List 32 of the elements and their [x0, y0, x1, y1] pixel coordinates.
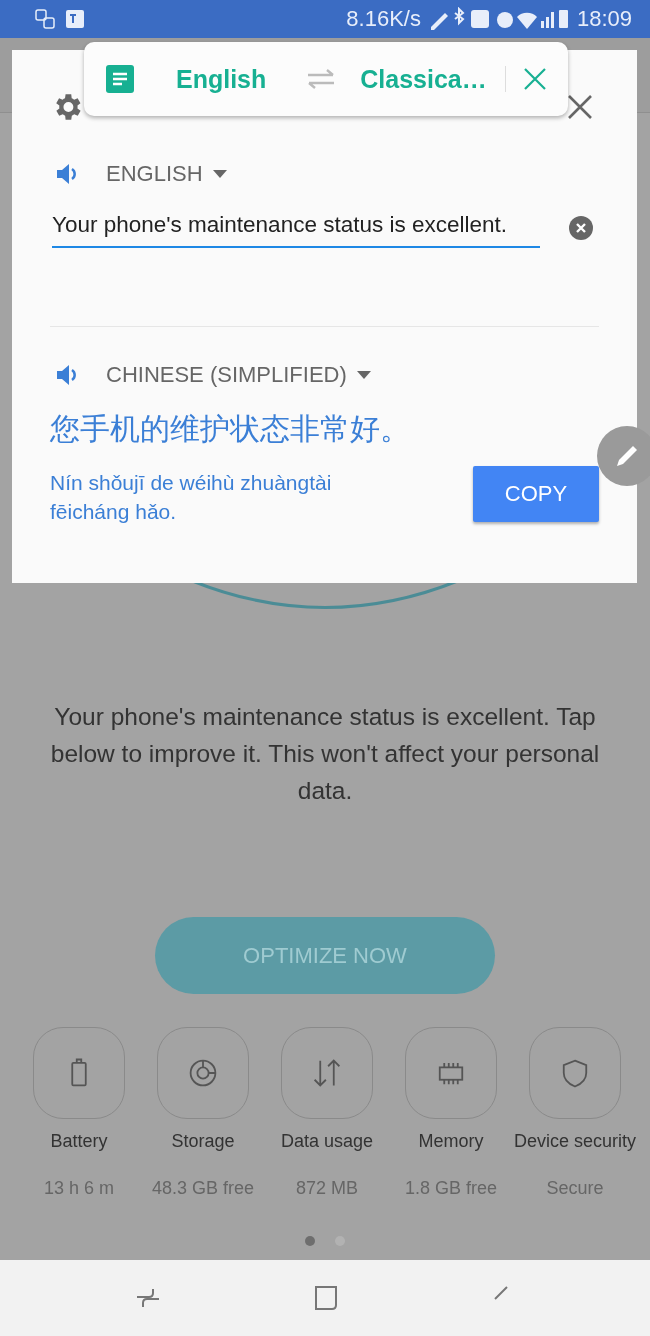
tool-label: Device security	[514, 1131, 637, 1152]
tool-label: Battery	[50, 1131, 108, 1152]
tool-value: 872 MB	[295, 1178, 358, 1199]
network-speed: 8.16K/s	[346, 6, 421, 32]
caret-icon	[356, 371, 371, 379]
tool-value: Secure	[546, 1178, 604, 1199]
tool-label: Data usage	[280, 1131, 374, 1152]
tool-value: 48.3 GB free	[151, 1178, 255, 1199]
close-icon[interactable]	[567, 94, 593, 120]
translation-text: 您手机的维护状态非常好。	[50, 410, 411, 448]
target-language-button[interactable]: Classica…	[360, 64, 487, 94]
tool-button[interactable]	[405, 1027, 497, 1119]
optimize-button[interactable]: OPTIMIZE NOW	[155, 917, 495, 994]
copy-button[interactable]: COPY	[473, 466, 599, 522]
target-language-dropdown[interactable]: CHINESE (SIMPLIFIED)	[106, 362, 371, 388]
pencil-icon	[614, 443, 640, 469]
input-field[interactable]: Your phone's maintenance status is excellent.	[52, 208, 540, 248]
document-icon[interactable]	[106, 65, 134, 93]
tool-value: 1.8 GB free	[404, 1178, 498, 1199]
status-message: Your phone's maintenance status is excellent. Tap below to improve it. This won't affect your personal data.	[49, 702, 601, 806]
close-icon[interactable]	[523, 68, 546, 90]
tool-label: Memory	[418, 1131, 484, 1152]
clear-icon[interactable]	[569, 216, 593, 240]
tool-value: 13 h 6 m	[43, 1178, 114, 1199]
romanization-text: Nín shǒujī de wéihù zhuàngtài fēicháng hǎo.	[50, 470, 333, 525]
swap-icon[interactable]	[306, 68, 337, 90]
tool-button[interactable]	[157, 1027, 249, 1119]
source-language-button[interactable]: English	[176, 64, 267, 94]
tool-label: Storage	[171, 1131, 235, 1152]
clock: 18:09	[576, 6, 632, 32]
source-language-dropdown[interactable]: ENGLISH	[106, 161, 227, 187]
caret-icon	[212, 170, 227, 178]
